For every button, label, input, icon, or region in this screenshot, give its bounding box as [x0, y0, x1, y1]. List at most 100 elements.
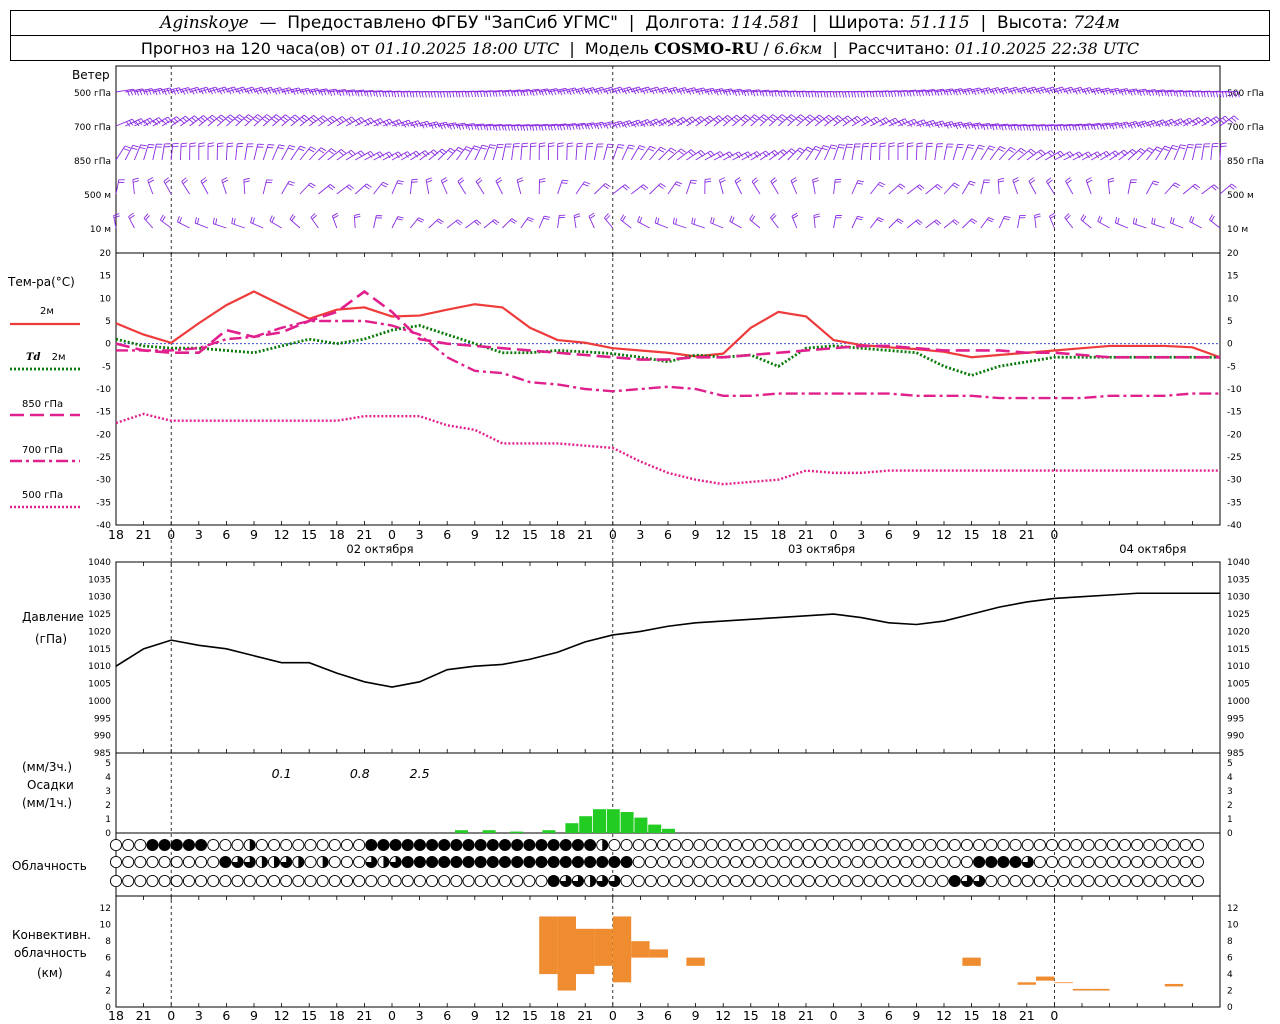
wind-barb-feather — [449, 91, 452, 98]
cloud-symbol — [608, 838, 621, 852]
wind-barb-feather — [978, 144, 985, 148]
wind-barb-feather — [721, 88, 726, 95]
wind-barb-feather — [1215, 91, 1219, 98]
wind-barb-feather — [863, 91, 866, 98]
wind-barb-feather — [238, 114, 245, 119]
wind-barb-feather — [1080, 214, 1085, 220]
cloud-symbol — [1094, 874, 1107, 888]
cloud-symbol — [839, 838, 852, 852]
wind-barb-feather — [557, 142, 564, 145]
wind-barb-feather — [797, 149, 803, 154]
wind-barb-feather — [488, 146, 495, 149]
wind-barb-feather — [176, 215, 180, 222]
wind-barb-feather — [1047, 179, 1053, 185]
cloud-symbol — [462, 874, 475, 888]
cloud-symbol — [365, 838, 378, 852]
wind-barb-feather — [348, 184, 354, 189]
wind-barb-feather — [329, 117, 335, 123]
wind-barb-feather — [1179, 147, 1186, 150]
wind-barb-feather — [829, 91, 832, 98]
wind-barb-feather — [1046, 177, 1052, 182]
wind-barb-feather — [403, 91, 406, 98]
wind-barb-feather — [926, 145, 933, 148]
wind-barb-feather — [916, 142, 924, 145]
conv-cloud-bar — [962, 957, 981, 966]
wind-barb-feather — [217, 145, 224, 148]
wind-barb-feather — [416, 219, 423, 223]
cloud-symbol — [438, 874, 451, 888]
wind-barb-feather — [1164, 145, 1171, 149]
cloud-symbol — [170, 855, 183, 869]
wind-barb-feather — [461, 123, 465, 130]
wind-barb — [290, 145, 301, 161]
cloud-symbol — [1082, 874, 1095, 888]
cloud-symbol — [450, 838, 463, 852]
cloud-symbol — [1058, 855, 1071, 869]
wind-barb-feather — [574, 87, 578, 94]
cloud-symbol — [1131, 838, 1144, 852]
wind-barb-feather — [968, 183, 975, 186]
wind-barb-feather — [737, 89, 741, 96]
conv-cloud-bar — [539, 916, 558, 975]
wind-barb-feather — [299, 145, 306, 149]
wind-barb-feather — [866, 91, 869, 98]
wind-barb-feather — [220, 114, 227, 119]
precip-bar — [579, 816, 593, 833]
wind-barb-feather — [763, 114, 769, 119]
temp-ytick-right: 5 — [1227, 317, 1233, 327]
cloud-symbol — [1009, 874, 1022, 888]
wind-barb-feather — [1148, 147, 1155, 152]
wind-level-label-right: 500 м — [1227, 191, 1254, 201]
cloud-symbol — [122, 838, 135, 852]
cloud-symbol — [729, 874, 743, 888]
cloud-symbol — [450, 874, 463, 888]
wind-barb — [621, 144, 630, 161]
wind-barb-feather — [622, 185, 628, 191]
wind-barb-feather — [211, 114, 218, 120]
hour-tick-label: 3 — [857, 527, 865, 542]
cloud-symbol — [936, 874, 949, 888]
cloud-symbol — [231, 874, 244, 888]
wind-barb-feather — [464, 148, 471, 152]
conv-cloud-bar — [1072, 988, 1092, 991]
wind-barb-feather — [799, 147, 805, 152]
temp-ytick-left: 20 — [100, 249, 112, 259]
wind-barb-feather — [433, 91, 437, 98]
wind-barb — [161, 116, 177, 127]
wind-barb-feather — [847, 91, 851, 98]
wind-barb-feather — [539, 180, 546, 183]
cloud-symbol — [924, 874, 937, 888]
wind-barb-feather — [897, 145, 904, 148]
wind-barb-feather — [148, 179, 155, 184]
wind-barb-feather — [1123, 89, 1127, 95]
wind-barb-feather — [1172, 217, 1175, 224]
temp-label: Тем-ра(°C) — [8, 275, 75, 289]
temp-ytick-right: -5 — [1227, 362, 1236, 372]
wind-barb-feather — [269, 215, 273, 222]
wind-barb-feather — [722, 118, 728, 124]
wind-barb-feather — [557, 145, 564, 148]
wind-barb-feather — [574, 215, 581, 219]
wind-barb — [943, 143, 948, 161]
wind-barb-feather — [1138, 150, 1144, 155]
wind-barb-feather — [332, 212, 338, 217]
wind-barb-feather — [676, 181, 683, 185]
cloud-symbol-half — [383, 856, 390, 868]
hour-tick-label: 18 — [770, 527, 786, 542]
wind-barb-feather — [561, 182, 568, 184]
cloud-symbol — [1191, 874, 1204, 888]
cloud-symbol — [620, 874, 633, 888]
cloud-symbol — [815, 838, 828, 852]
wind-barb-feather — [740, 118, 746, 123]
cloud-symbol-half — [261, 856, 268, 868]
hour-tick-label: 9 — [692, 527, 700, 542]
wind-label: Ветер — [72, 68, 110, 82]
hour-tick-label-bottom: 15 — [743, 1008, 759, 1023]
cloud-symbol — [365, 874, 378, 888]
wind-barb — [768, 149, 784, 161]
wind-barb-feather — [543, 217, 550, 220]
wind-barb — [253, 144, 259, 161]
wind-barb-feather — [285, 114, 291, 119]
cloud-symbol — [936, 855, 949, 869]
wind-barb-feather — [288, 180, 295, 184]
